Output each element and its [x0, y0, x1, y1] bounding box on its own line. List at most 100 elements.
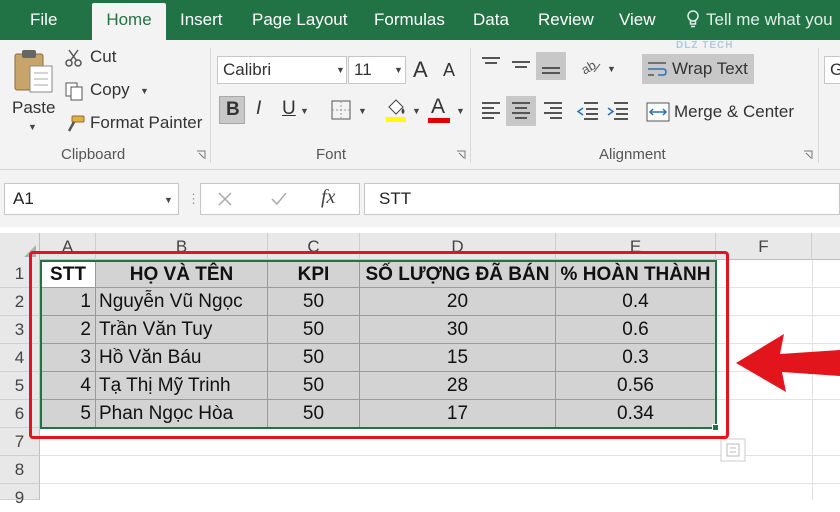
underline-dropdown-icon[interactable]: ▼	[300, 106, 309, 116]
row-header-3[interactable]: 3	[0, 316, 40, 344]
enter-check-icon[interactable]	[270, 190, 288, 208]
row-header-1[interactable]: 1	[0, 260, 40, 288]
cell-c1[interactable]: KPI	[268, 260, 360, 288]
select-all-corner[interactable]	[0, 233, 40, 260]
align-left-icon[interactable]	[480, 100, 502, 122]
table-cell[interactable]: 50	[268, 372, 360, 400]
name-box-dropdown-icon[interactable]: ▼	[164, 195, 173, 205]
tab-view[interactable]: View	[619, 0, 656, 40]
table-cell[interactable]: 20	[360, 288, 556, 316]
wrap-text-button[interactable]: Wrap Text	[642, 54, 754, 84]
column-header-c[interactable]: C	[268, 233, 360, 260]
copy-button[interactable]: Copy ▼	[64, 79, 184, 103]
tab-formulas[interactable]: Formulas	[374, 0, 445, 40]
middle-align-icon[interactable]	[510, 55, 532, 75]
tell-me-box[interactable]: Tell me what you	[686, 0, 833, 40]
table-cell[interactable]: 50	[268, 288, 360, 316]
font-color-button[interactable]: A	[431, 95, 445, 119]
column-header-d[interactable]: D	[360, 233, 556, 260]
increase-indent-icon[interactable]	[606, 100, 630, 122]
table-cell[interactable]: 0.56	[556, 372, 716, 400]
table-cell[interactable]: Hồ Văn Báu	[96, 344, 268, 372]
format-painter-button[interactable]: Format Painter	[64, 112, 209, 136]
insert-function-button[interactable]: fx	[321, 186, 335, 209]
table-cell[interactable]: 0.34	[556, 400, 716, 428]
tab-file[interactable]: File	[30, 0, 57, 40]
table-cell[interactable]: 50	[268, 344, 360, 372]
table-cell[interactable]: Trần Văn Tuy	[96, 316, 268, 344]
row-header-6[interactable]: 6	[0, 400, 40, 428]
tab-insert[interactable]: Insert	[180, 0, 223, 40]
column-header-f[interactable]: F	[716, 233, 812, 260]
font-launcher-icon[interactable]	[456, 150, 466, 160]
column-header-a[interactable]: A	[40, 233, 96, 260]
table-cell[interactable]: 0.3	[556, 344, 716, 372]
merge-center-button[interactable]: Merge & Center	[644, 98, 814, 126]
number-format-select[interactable]: G	[824, 56, 840, 84]
row-header-5[interactable]: 5	[0, 372, 40, 400]
table-cell[interactable]: 50	[268, 316, 360, 344]
tab-review[interactable]: Review	[538, 0, 594, 40]
copy-dropdown-icon: ▼	[140, 86, 149, 96]
cancel-icon[interactable]	[216, 190, 234, 208]
table-cell[interactable]: Nguyễn Vũ Ngọc	[96, 288, 268, 316]
table-cell[interactable]: 3	[40, 344, 96, 372]
underline-button[interactable]: U	[282, 98, 296, 120]
top-align-icon[interactable]	[480, 55, 502, 75]
orientation-dropdown-icon[interactable]: ▼	[607, 64, 616, 74]
align-right-icon[interactable]	[542, 100, 564, 122]
table-cell[interactable]: 50	[268, 400, 360, 428]
table-cell[interactable]: Tạ Thị Mỹ Trinh	[96, 372, 268, 400]
table-cell[interactable]: 15	[360, 344, 556, 372]
table-cell[interactable]: 5	[40, 400, 96, 428]
table-cell[interactable]: 30	[360, 316, 556, 344]
grow-font-button[interactable]: A	[413, 57, 428, 83]
tab-home[interactable]: Home	[92, 3, 166, 40]
table-cell[interactable]: 0.6	[556, 316, 716, 344]
row-header-8[interactable]: 8	[0, 456, 40, 484]
table-cell[interactable]: 4	[40, 372, 96, 400]
tab-page-layout[interactable]: Page Layout	[252, 0, 347, 40]
cell-a1[interactable]: STT	[40, 260, 96, 288]
table-cell[interactable]: 17	[360, 400, 556, 428]
clipboard-launcher-icon[interactable]	[196, 150, 206, 160]
row-header-7[interactable]: 7	[0, 428, 40, 456]
name-box[interactable]: A1	[4, 183, 179, 215]
cut-button[interactable]: Cut	[64, 46, 184, 70]
fill-color-icon[interactable]	[383, 97, 409, 123]
cell-d1[interactable]: SỐ LƯỢNG ĐÃ BÁN	[360, 260, 556, 288]
table-cell[interactable]: 2	[40, 316, 96, 344]
borders-icon[interactable]	[330, 99, 352, 121]
align-center-button[interactable]	[506, 96, 536, 126]
orientation-icon[interactable]: ab	[578, 55, 604, 77]
quick-analysis-icon[interactable]	[720, 438, 746, 462]
table-cell[interactable]: 0.4	[556, 288, 716, 316]
font-name-dropdown-icon[interactable]: ▼	[336, 65, 345, 75]
row-header-2[interactable]: 2	[0, 288, 40, 316]
cell-e1[interactable]: % HOÀN THÀNH	[556, 260, 716, 288]
paste-button[interactable]: Paste ▼	[8, 46, 58, 136]
formula-input[interactable]: STT	[364, 183, 840, 215]
column-header-e[interactable]: E	[556, 233, 716, 260]
bold-button[interactable]: B	[219, 96, 245, 124]
table-cell[interactable]: 28	[360, 372, 556, 400]
font-size-dropdown-icon[interactable]: ▼	[394, 65, 403, 75]
row-header-4[interactable]: 4	[0, 344, 40, 372]
table-cell[interactable]: Phan Ngọc Hòa	[96, 400, 268, 428]
table-cell[interactable]: 1	[40, 288, 96, 316]
fill-handle[interactable]	[712, 424, 719, 431]
copy-label: Copy	[90, 80, 130, 99]
borders-dropdown-icon[interactable]: ▼	[358, 106, 367, 116]
font-name-select[interactable]: Calibri	[217, 56, 347, 84]
fill-color-dropdown-icon[interactable]: ▼	[412, 106, 421, 116]
tab-data[interactable]: Data	[473, 0, 509, 40]
column-header-b[interactable]: B	[96, 233, 268, 260]
decrease-indent-icon[interactable]	[576, 100, 600, 122]
shrink-font-button[interactable]: A	[443, 60, 455, 81]
font-color-dropdown-icon[interactable]: ▼	[456, 106, 465, 116]
alignment-launcher-icon[interactable]	[803, 150, 813, 160]
italic-button[interactable]: I	[256, 98, 261, 120]
bottom-align-button[interactable]	[536, 52, 566, 80]
row-header-9[interactable]: 9	[0, 484, 40, 507]
cell-b1[interactable]: HỌ VÀ TÊN	[96, 260, 268, 288]
